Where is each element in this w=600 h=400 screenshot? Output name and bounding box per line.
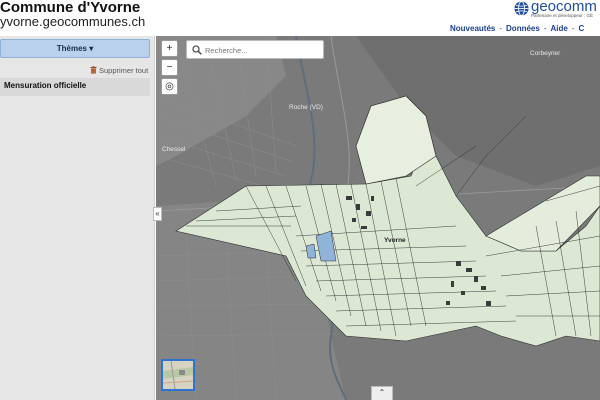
sidebar: Thèmes ▾ Supprimer tout Mensuration offi… <box>0 36 155 400</box>
layer-item-mensuration[interactable]: Mensuration officielle <box>0 78 150 96</box>
place-label-chessel: Chessel <box>162 146 186 153</box>
zoom-out-button[interactable]: − <box>161 59 178 76</box>
place-label-corbeyrier: Corbeyrier <box>530 50 561 57</box>
locate-button[interactable]: ◎ <box>161 78 178 95</box>
delete-all-label: Supprimer tout <box>99 66 149 75</box>
map-canvas <box>156 36 600 400</box>
collapse-sidebar-button[interactable]: « <box>153 207 162 221</box>
app-root: Commune d'Yvorne yvorne.geocommunes.ch g… <box>0 0 600 400</box>
place-label-roche: Roche (VD) <box>289 104 323 111</box>
search-bar[interactable] <box>186 40 324 59</box>
nav-contact[interactable]: C <box>579 24 585 33</box>
themes-dropdown-button[interactable]: Thèmes ▾ <box>0 39 150 58</box>
place-label-yvorne: Yvorne <box>384 237 406 244</box>
globe-icon <box>514 1 529 16</box>
geocommunes-logo[interactable]: geocomm Partenaire et développeur : GÉ <box>514 0 600 24</box>
basemap-switcher-thumbnail[interactable] <box>161 359 195 391</box>
search-icon <box>192 45 202 55</box>
logo-tagline: Partenaire et développeur : GÉ <box>531 13 594 18</box>
nav-donnees[interactable]: Données <box>506 24 540 33</box>
search-input[interactable] <box>205 43 321 57</box>
site-url[interactable]: yvorne.geocommunes.ch <box>0 14 145 29</box>
locate-icon: ◎ <box>165 81 174 92</box>
nav-nouveautes[interactable]: Nouveautés <box>450 24 495 33</box>
basemap-thumbnail-image <box>163 361 193 389</box>
delete-all-button[interactable]: Supprimer tout <box>90 66 148 75</box>
top-navigation: Nouveautés - Données - Aide - C <box>450 24 585 33</box>
trash-icon <box>90 66 97 74</box>
map-view[interactable]: Corbeyrier Roche (VD) Chessel Yvorne <box>156 36 600 400</box>
header: Commune d'Yvorne yvorne.geocommunes.ch g… <box>0 0 600 36</box>
zoom-in-button[interactable]: + <box>161 40 178 57</box>
nav-aide[interactable]: Aide <box>551 24 568 33</box>
expand-panel-button[interactable]: ⌃ <box>371 386 393 400</box>
